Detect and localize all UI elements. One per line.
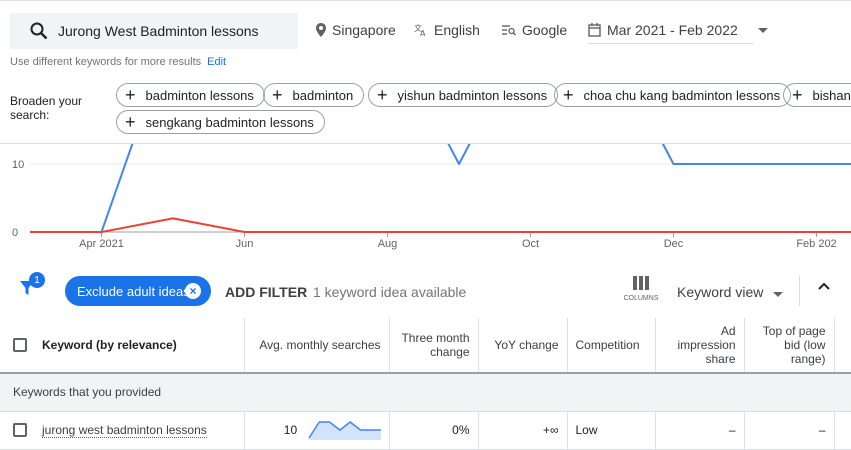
chip-label: badminton lessons xyxy=(145,87,254,103)
x-tick-label: Jun xyxy=(236,238,254,250)
search-network-icon xyxy=(502,25,516,36)
table-header-row: Keyword (by relevance) Avg. monthly sear… xyxy=(0,318,851,374)
column-header-yoy[interactable]: YoY change xyxy=(478,318,568,374)
calendar-icon xyxy=(588,23,601,37)
filter-count-badge: 1 xyxy=(29,272,45,288)
hint-text: Use different keywords for more results E… xyxy=(10,56,226,68)
impression-share-cell: – xyxy=(655,411,745,450)
y-tick-label: 0 xyxy=(12,227,18,239)
language-label: English xyxy=(434,22,480,38)
svg-text:A: A xyxy=(420,29,426,37)
table-row[interactable]: jurong west badminton lessons 10 0% +∞ L… xyxy=(0,411,851,450)
idea-count: 1 keyword idea available xyxy=(313,284,467,300)
dropdown-arrow-icon xyxy=(773,292,784,297)
chip-label: yishun badminton lessons xyxy=(397,87,548,103)
row-checkbox-cell xyxy=(0,411,34,450)
location-selector[interactable]: Singapore xyxy=(316,22,396,38)
top-bar: Jurong West Badminton lessons Singapore … xyxy=(0,0,851,72)
chip-label: bishan b xyxy=(812,87,851,103)
columns-label: COLUMNS xyxy=(623,295,659,302)
keyword-table: Keyword (by relevance) Avg. monthly sear… xyxy=(0,318,851,450)
chevron-up-icon[interactable] xyxy=(818,282,830,290)
plus-icon: + xyxy=(272,85,283,105)
series-line xyxy=(30,217,851,233)
search-trend-chart: 10 0 Apr 2021 Jun Aug Oct Dec Feb 202 xyxy=(12,144,851,250)
keyword-view-dropdown[interactable]: Keyword view xyxy=(677,284,784,300)
x-tick-label: Apr 2021 xyxy=(79,238,124,250)
plus-icon: + xyxy=(125,85,136,105)
three-month-cell: 0% xyxy=(389,411,479,450)
broaden-chip[interactable]: + sengkang badminton lessons xyxy=(116,110,325,134)
column-header-keyword[interactable]: Keyword (by relevance) xyxy=(34,318,245,374)
row-spacer xyxy=(834,411,851,450)
keyword-text: jurong west badminton lessons xyxy=(42,423,207,438)
section-label: Keywords that you provided xyxy=(0,373,851,412)
column-header-three-month[interactable]: Three month change xyxy=(389,318,479,374)
broaden-search-bar: Broaden your search: + badminton lessons … xyxy=(0,72,851,144)
sparkline-area xyxy=(308,422,381,440)
dropdown-arrow-icon xyxy=(757,27,768,33)
exclude-adult-ideas-chip[interactable]: Exclude adult ideas × xyxy=(65,276,211,306)
close-icon[interactable]: × xyxy=(185,283,201,299)
x-tick-label: Oct xyxy=(522,238,539,250)
x-tick-label: Aug xyxy=(378,238,398,250)
broaden-chip[interactable]: + badminton lessons xyxy=(116,83,265,107)
divider xyxy=(799,276,800,306)
keyword-view-label: Keyword view xyxy=(677,284,764,300)
section-row: Keywords that you provided xyxy=(0,373,851,412)
location-label: Singapore xyxy=(332,22,396,38)
edit-link[interactable]: Edit xyxy=(207,56,226,68)
yoy-cell: +∞ xyxy=(478,411,568,450)
select-all-checkbox[interactable] xyxy=(13,338,27,353)
broaden-chip[interactable]: + yishun badminton lessons xyxy=(368,83,559,107)
x-tick-label: Feb 202 xyxy=(796,238,836,250)
date-range-underline xyxy=(588,43,754,44)
broaden-chip[interactable]: + badminton xyxy=(263,83,365,107)
select-all-checkbox-cell xyxy=(0,318,34,374)
filter-bar: 1 Exclude adult ideas × ADD FILTER 1 key… xyxy=(0,266,851,318)
add-filter-button[interactable]: ADD FILTER xyxy=(225,284,307,300)
column-header-avg-searches[interactable]: Avg. monthly searches xyxy=(244,318,390,374)
plus-icon: + xyxy=(563,85,574,105)
header-spacer xyxy=(834,318,851,374)
x-tick-label: Dec xyxy=(664,238,684,250)
y-tick-label: 10 xyxy=(12,159,24,171)
column-header-impression-share[interactable]: Ad impression share xyxy=(655,318,745,374)
date-range-selector[interactable]: Mar 2021 - Feb 2022 xyxy=(588,22,774,38)
chip-label: badminton xyxy=(292,87,354,103)
broaden-label: Broaden your search: xyxy=(10,94,83,122)
competition-cell: Low xyxy=(567,411,656,450)
top-bid-low-cell: – xyxy=(744,411,835,450)
row-checkbox[interactable] xyxy=(13,423,27,438)
broaden-chip[interactable]: + bishan b xyxy=(783,83,851,107)
broaden-chip[interactable]: + choa chu kang badminton lessons xyxy=(554,83,792,107)
language-selector[interactable]: 文A English xyxy=(414,22,480,38)
network-selector[interactable]: Google xyxy=(502,22,567,38)
avg-searches-value: 10 xyxy=(283,423,298,437)
trend-sparkline xyxy=(307,421,381,440)
hint-message: Use different keywords for more results xyxy=(10,56,202,68)
columns-button[interactable]: COLUMNS xyxy=(622,276,660,302)
plus-icon: + xyxy=(125,112,136,132)
exclude-chip-label: Exclude adult ideas xyxy=(77,283,190,299)
search-query: Jurong West Badminton lessons xyxy=(58,23,259,39)
column-header-top-bid-low[interactable]: Top of page bid (low range) xyxy=(744,318,835,374)
chip-label: choa chu kang badminton lessons xyxy=(583,87,781,103)
avg-searches-cell: 10 xyxy=(244,411,390,450)
translate-icon: 文A xyxy=(414,23,426,37)
network-label: Google xyxy=(522,22,568,38)
search-icon xyxy=(30,22,48,40)
location-pin-icon xyxy=(316,23,326,37)
date-range-label: Mar 2021 - Feb 2022 xyxy=(607,22,738,38)
plus-icon: + xyxy=(792,85,803,105)
search-box[interactable]: Jurong West Badminton lessons xyxy=(10,13,298,49)
series-line xyxy=(30,144,851,233)
chip-label: sengkang badminton lessons xyxy=(145,114,314,130)
plus-icon: + xyxy=(377,85,388,105)
keyword-cell: jurong west badminton lessons xyxy=(34,411,245,450)
columns-icon xyxy=(633,276,649,290)
column-header-competition[interactable]: Competition xyxy=(567,318,656,374)
